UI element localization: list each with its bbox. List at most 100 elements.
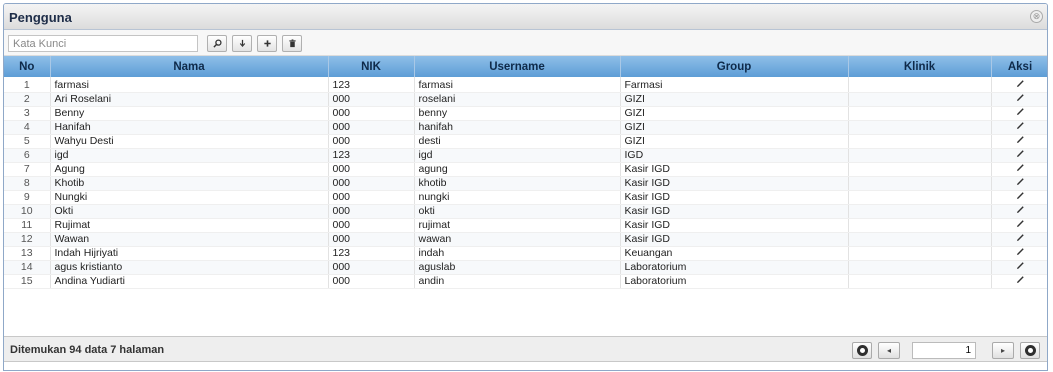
cell-group: Farmasi: [620, 77, 849, 93]
edit-pencil-icon[interactable]: [1016, 205, 1025, 214]
table-row[interactable]: 4 Hanifah 000 hanifah GIZI: [4, 120, 1047, 135]
cell-username: agung: [414, 162, 621, 177]
add-button[interactable]: [257, 35, 277, 52]
table-row[interactable]: 3 Benny 000 benny GIZI: [4, 106, 1047, 121]
first-page-icon: [856, 345, 868, 356]
users-panel: Pengguna ⊗ Kata Kunci No Nama NIK Userna…: [3, 3, 1048, 371]
cell-no: 14: [4, 260, 51, 275]
next-page-button[interactable]: ▸: [992, 342, 1014, 359]
cell-group: Kasir IGD: [620, 204, 849, 219]
table-row[interactable]: 10 Okti 000 okti Kasir IGD: [4, 204, 1047, 219]
table-row[interactable]: 15 Andina Yudiarti 000 andin Laboratorium: [4, 274, 1047, 289]
cell-klinik: [848, 274, 992, 289]
edit-pencil-icon[interactable]: [1016, 275, 1025, 284]
table-row[interactable]: 13 Indah Hijriyati 123 indah Keuangan: [4, 246, 1047, 261]
search-input[interactable]: [8, 35, 198, 52]
cell-aksi: [991, 148, 1047, 163]
edit-pencil-icon[interactable]: [1016, 247, 1025, 256]
cell-username: okti: [414, 204, 621, 219]
edit-pencil-icon[interactable]: [1016, 107, 1025, 116]
edit-pencil-icon[interactable]: [1016, 135, 1025, 144]
cell-klinik: [848, 204, 992, 219]
table-row[interactable]: 5 Wahyu Desti 000 desti GIZI: [4, 134, 1047, 149]
cell-username: indah: [414, 246, 621, 261]
close-icon[interactable]: ⊗: [1030, 10, 1043, 23]
cell-no: 9: [4, 190, 51, 205]
cell-klinik: [848, 106, 992, 121]
table-row[interactable]: 6 igd 123 igd IGD: [4, 148, 1047, 163]
cell-aksi: [991, 92, 1047, 107]
cell-aksi: [991, 190, 1047, 205]
cell-nama: Hanifah: [50, 120, 329, 135]
col-header-group[interactable]: Group: [620, 56, 849, 77]
col-header-no[interactable]: No: [4, 56, 51, 77]
edit-pencil-icon[interactable]: [1016, 79, 1025, 88]
cell-no: 5: [4, 134, 51, 149]
delete-icon: [288, 39, 296, 48]
cell-nama: farmasi: [50, 77, 329, 93]
edit-pencil-icon[interactable]: [1016, 163, 1025, 172]
table-row[interactable]: 2 Ari Roselani 000 roselani GIZI: [4, 92, 1047, 107]
cell-group: Keuangan: [620, 246, 849, 261]
download-button[interactable]: [232, 35, 252, 52]
cell-aksi: [991, 246, 1047, 261]
edit-pencil-icon[interactable]: [1016, 149, 1025, 158]
panel-titlebar: Pengguna ⊗: [4, 4, 1047, 30]
table-row[interactable]: 8 Khotib 000 khotib Kasir IGD: [4, 176, 1047, 191]
delete-button[interactable]: [282, 35, 302, 52]
cell-nama: Ari Roselani: [50, 92, 329, 107]
cell-no: 13: [4, 246, 51, 261]
cell-aksi: [991, 176, 1047, 191]
cell-klinik: [848, 218, 992, 233]
cell-aksi: [991, 204, 1047, 219]
table-row[interactable]: 9 Nungki 000 nungki Kasir IGD: [4, 190, 1047, 205]
cell-aksi: [991, 162, 1047, 177]
table-row[interactable]: 11 Rujimat 000 rujimat Kasir IGD: [4, 218, 1047, 233]
cell-aksi: [991, 260, 1047, 275]
edit-pencil-icon[interactable]: [1016, 121, 1025, 130]
table-row[interactable]: 12 Wawan 000 wawan Kasir IGD: [4, 232, 1047, 247]
cell-nama: Rujimat: [50, 218, 329, 233]
last-page-button[interactable]: [1020, 342, 1040, 359]
cell-nama: Wawan: [50, 232, 329, 247]
table-row[interactable]: 7 Agung 000 agung Kasir IGD: [4, 162, 1047, 177]
col-header-klinik[interactable]: Klinik: [848, 56, 992, 77]
cell-nik: 123: [328, 148, 415, 163]
col-header-nama[interactable]: Nama: [50, 56, 329, 77]
cell-group: GIZI: [620, 92, 849, 107]
cell-group: Kasir IGD: [620, 190, 849, 205]
cell-klinik: [848, 162, 992, 177]
cell-username: khotib: [414, 176, 621, 191]
cell-klinik: [848, 260, 992, 275]
cell-nama: Okti: [50, 204, 329, 219]
cell-klinik: [848, 176, 992, 191]
cell-username: igd: [414, 148, 621, 163]
cell-nik: 000: [328, 274, 415, 289]
search-button[interactable]: [207, 35, 227, 52]
edit-pencil-icon[interactable]: [1016, 191, 1025, 200]
first-page-button[interactable]: [852, 342, 872, 359]
cell-no: 8: [4, 176, 51, 191]
table-row[interactable]: 14 agus kristianto 000 aguslab Laboratorium: [4, 260, 1047, 275]
cell-no: 12: [4, 232, 51, 247]
col-header-username[interactable]: Username: [414, 56, 621, 77]
edit-pencil-icon[interactable]: [1016, 177, 1025, 186]
cell-nik: 000: [328, 162, 415, 177]
edit-pencil-icon[interactable]: [1016, 233, 1025, 242]
page-number-input[interactable]: [912, 342, 976, 359]
col-header-nik[interactable]: NIK: [328, 56, 415, 77]
cell-group: Kasir IGD: [620, 176, 849, 191]
panel-bottom: [4, 363, 1047, 370]
cell-no: 3: [4, 106, 51, 121]
cell-nama: Andina Yudiarti: [50, 274, 329, 289]
cell-group: IGD: [620, 148, 849, 163]
edit-pencil-icon[interactable]: [1016, 219, 1025, 228]
edit-pencil-icon[interactable]: [1016, 93, 1025, 102]
cell-username: aguslab: [414, 260, 621, 275]
prev-page-button[interactable]: ◂: [878, 342, 900, 359]
edit-pencil-icon[interactable]: [1016, 261, 1025, 270]
cell-nik: 123: [328, 77, 415, 93]
cell-klinik: [848, 134, 992, 149]
cell-aksi: [991, 232, 1047, 247]
table-row[interactable]: 1 farmasi 123 farmasi Farmasi: [4, 77, 1047, 93]
